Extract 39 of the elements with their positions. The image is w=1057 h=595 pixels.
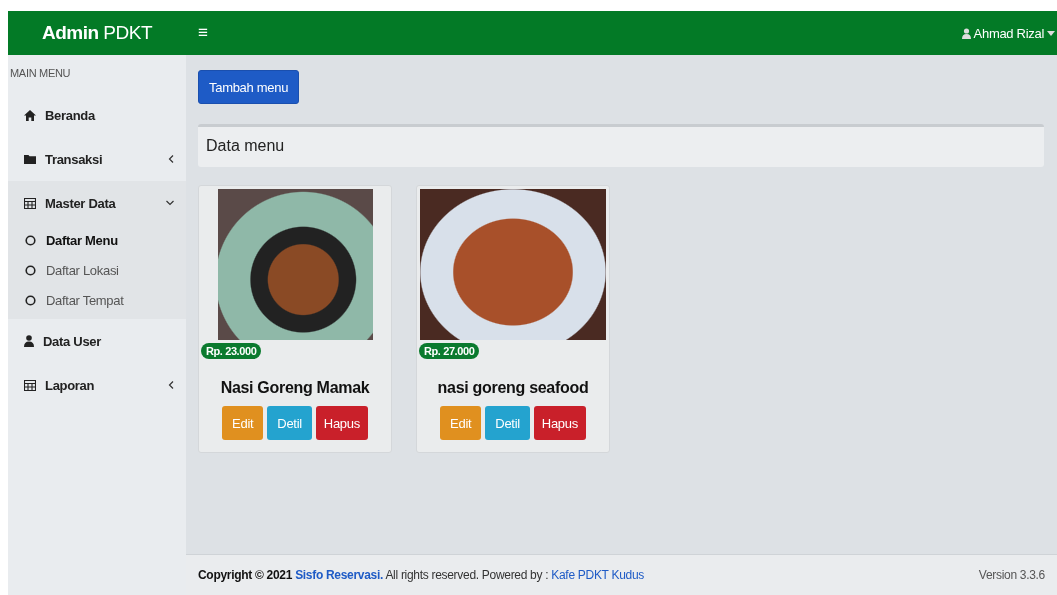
circle-icon [25,294,36,306]
powered-by-link[interactable]: Kafe PDKT Kudus [551,568,644,582]
chevron-left-icon [168,155,174,163]
menu-name: nasi goreng seafood [437,379,589,397]
sidebar-header: MAIN MENU [9,66,72,81]
submenu-item[interactable]: Daftar Tempat [8,285,186,315]
user-icon [24,335,34,347]
table-icon [24,197,36,209]
detail-button[interactable]: Detil [267,406,312,440]
price-badge: Rp. 27.000 [419,343,480,359]
sidebar-item[interactable]: Master Data [8,181,186,225]
detail-button[interactable]: Detil [485,406,530,440]
caret-icon [1047,30,1055,36]
version-text: Version 3.3.6 [978,568,1045,582]
submenu-item[interactable]: Daftar Lokasi [8,255,186,285]
submenu-item[interactable]: Daftar Menu [8,225,186,255]
section-title: Data menu [198,124,1044,167]
price-badge: Rp. 23.000 [201,343,262,359]
copyright-text: Copyright © 2021 Sisfo Reservasi. All rights reserved. Powered by : Kafe PDKT Kudus [198,568,644,582]
circle-icon [25,264,36,276]
brand-logo[interactable]: Admin PDKT [8,22,186,44]
folder-icon [24,154,36,164]
sidebar-item[interactable]: Data User [8,319,186,363]
sidebar-item[interactable]: Beranda [8,93,186,137]
circle-icon [25,234,36,246]
user-icon [961,27,971,39]
chevron-left-icon [168,381,174,389]
add-menu-button[interactable]: Tambah menu [198,70,300,104]
delete-button[interactable]: Hapus [315,406,368,440]
sidebar-item[interactable]: Laporan [8,363,186,407]
menu-toggle[interactable]: ≡ [194,23,212,43]
menu-name: Nasi Goreng Mamak [220,379,370,397]
chevron-down-icon [166,200,174,206]
delete-button[interactable]: Hapus [533,406,586,440]
app-link[interactable]: Sisfo Reservasi. [295,568,384,582]
table-icon [24,379,36,391]
user-menu[interactable]: Ahmad Rizal [961,25,1057,41]
sidebar-item[interactable]: Transaksi [8,137,186,181]
home-icon [24,109,36,121]
